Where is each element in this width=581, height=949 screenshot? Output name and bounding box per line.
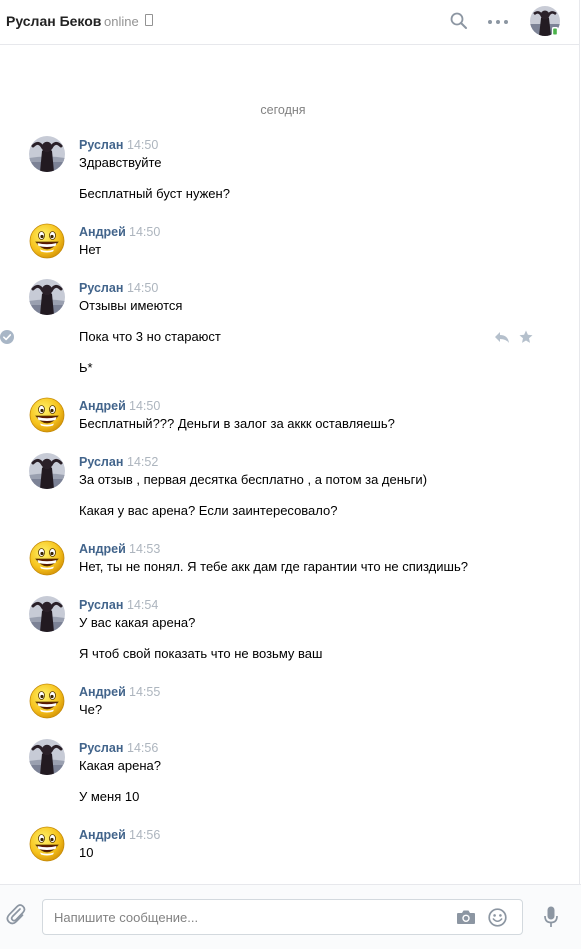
message-text: Здравствуйте xyxy=(79,155,162,170)
mobile-icon xyxy=(145,14,153,26)
paperclip-icon[interactable] xyxy=(6,903,26,925)
message-text: Че? xyxy=(79,702,103,717)
online-status: online xyxy=(104,14,139,29)
message-author[interactable]: Руслан xyxy=(79,455,123,469)
avatar[interactable] xyxy=(29,279,65,315)
avatar[interactable] xyxy=(29,683,65,719)
avatar[interactable] xyxy=(29,596,65,632)
message-author[interactable]: Андрей xyxy=(79,542,126,556)
check-icon[interactable] xyxy=(0,330,14,344)
contact-avatar[interactable] xyxy=(530,6,560,36)
message-text: Бесплатный??? Деньги в залог за аккк ост… xyxy=(79,416,395,431)
star-icon[interactable] xyxy=(519,330,533,344)
message-author[interactable]: Руслан xyxy=(79,741,123,755)
avatar[interactable] xyxy=(29,826,65,862)
contact-name[interactable]: Руслан Беков xyxy=(6,13,101,29)
more-icon[interactable] xyxy=(487,14,509,30)
message-text: За отзыв , первая десятка бесплатно , а … xyxy=(79,472,428,487)
message-text: Я чтоб свой показать что не возьму ваш xyxy=(79,646,323,661)
avatar[interactable] xyxy=(29,223,65,259)
message-text: 10 xyxy=(79,845,94,860)
message-time[interactable]: 14:50 xyxy=(129,399,160,413)
smile-icon[interactable] xyxy=(488,908,507,927)
message-time[interactable]: 14:50 xyxy=(129,225,160,239)
message-text: Нет xyxy=(79,242,102,257)
message-input[interactable]: Напишите сообщение... xyxy=(42,899,523,935)
message-author[interactable]: Руслан xyxy=(79,281,123,295)
message-text: Отзывы имеются xyxy=(79,298,183,313)
date-separator: сегодня xyxy=(260,103,306,117)
microphone-icon[interactable] xyxy=(544,906,558,928)
message-text: Ь* xyxy=(79,360,93,375)
chat-header: Руслан Беков online xyxy=(0,0,580,45)
search-icon[interactable] xyxy=(450,12,468,30)
message-time[interactable]: 14:54 xyxy=(127,598,158,612)
avatar[interactable] xyxy=(29,397,65,433)
message-time[interactable]: 14:53 xyxy=(129,542,160,556)
message-text: Какая арена? xyxy=(79,758,161,773)
message-time[interactable]: 14:56 xyxy=(127,741,158,755)
message-author[interactable]: Андрей xyxy=(79,399,126,413)
message-text: Какая у вас арена? Если заинтересовало? xyxy=(79,503,338,518)
message-text: У вас какая арена? xyxy=(79,615,196,630)
message-author[interactable]: Андрей xyxy=(79,685,126,699)
message-time[interactable]: 14:56 xyxy=(129,828,160,842)
message-text: Бесплатный буст нужен? xyxy=(79,186,230,201)
avatar[interactable] xyxy=(29,136,65,172)
message-time[interactable]: 14:50 xyxy=(127,138,158,152)
message-author[interactable]: Руслан xyxy=(79,598,123,612)
message-author[interactable]: Андрей xyxy=(79,828,126,842)
camera-icon[interactable] xyxy=(456,909,476,925)
reply-icon[interactable] xyxy=(494,331,510,344)
message-time[interactable]: 14:50 xyxy=(127,281,158,295)
message-text: Пока что 3 но стараюст xyxy=(79,329,221,344)
message-text: Нет, ты не понял. Я тебе акк дам где гар… xyxy=(79,559,468,574)
message-time[interactable]: 14:52 xyxy=(127,455,158,469)
message-author[interactable]: Андрей xyxy=(79,225,126,239)
divider xyxy=(579,45,580,885)
message-composer: Напишите сообщение... xyxy=(0,884,581,949)
message-time[interactable]: 14:55 xyxy=(129,685,160,699)
avatar[interactable] xyxy=(29,739,65,775)
message-author[interactable]: Руслан xyxy=(79,138,123,152)
avatar[interactable] xyxy=(29,453,65,489)
message-input-placeholder: Напишите сообщение... xyxy=(54,910,199,925)
message-text: У меня 10 xyxy=(79,789,140,804)
avatar[interactable] xyxy=(29,540,65,576)
